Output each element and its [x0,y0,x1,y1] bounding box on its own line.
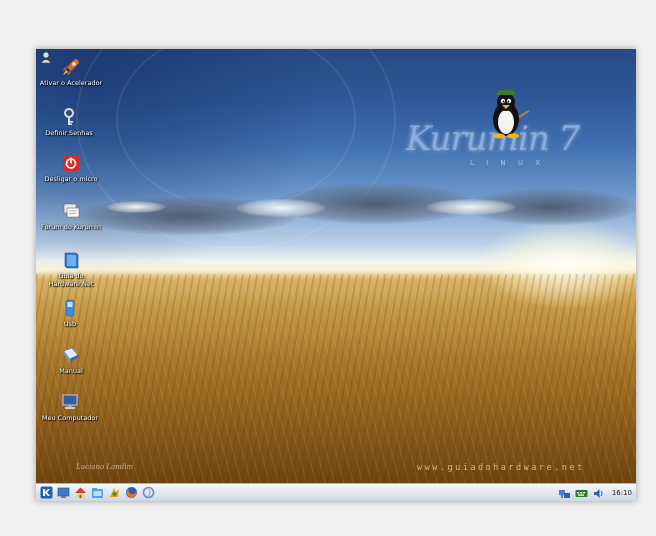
tray-keyboard-layout-button[interactable] [575,486,589,500]
desktop-icon-label: Manual [59,367,83,375]
firefox-icon [125,487,137,498]
keyboard-layout-icon [575,489,588,497]
home-icon [74,487,86,498]
wallpaper-signature: Luciano Landim [76,463,134,471]
taskbar-file-manager-button[interactable] [90,486,104,500]
wheat-field [36,274,636,483]
taskbar-clock[interactable]: 16:10 [612,489,632,497]
taskbar-firefox-button[interactable] [124,486,138,500]
taskbar-show-desktop-button[interactable] [56,486,70,500]
cloud-highlight [106,201,166,213]
power-icon [63,155,79,171]
forum-icon [63,203,80,218]
desktop-icon-label: Meu Computador [41,414,99,422]
desktop-icon-label: Definir Senhas [45,129,93,137]
tray-network-button[interactable] [558,486,572,500]
taskbar-kmenu-button[interactable] [39,486,53,500]
show-desktop-icon [57,487,69,498]
screenshot-frame: Kurumin 7 L I N U X www.guiadohardware.n… [36,49,636,501]
cloud-highlight [236,199,326,217]
taskbar-konqueror-button[interactable] [141,486,155,500]
taskbar-web-browser-button[interactable] [107,486,121,500]
desktop-icon-manual[interactable]: Manual [36,345,106,375]
taskbar: 16:10 [36,483,636,501]
konqueror-icon [142,486,154,499]
desktop-icon-accelerator[interactable]: Ativar o Acelerador [36,57,106,87]
rocket-icon [63,59,79,75]
logo-subtitle: L I N U X [470,159,546,167]
desktop-icon-forum[interactable]: Forum do Kurumin [36,201,106,231]
desktop[interactable]: Kurumin 7 L I N U X www.guiadohardware.n… [36,49,636,483]
kmenu-icon [40,486,52,499]
key-icon [64,108,74,125]
desktop-icon-label: Desligar o micro [44,175,98,183]
usb-drive-icon [65,299,75,317]
network-icon [559,489,571,498]
desktop-icon-label: Ativar o Acelerador [39,79,103,87]
volume-icon [594,488,603,498]
tray-volume-button[interactable] [592,486,606,500]
tux-penguin-icon [493,90,530,139]
desktop-icon-my-computer[interactable]: Meu Computador [36,392,105,422]
desktop-icon-shutdown[interactable]: Desligar o micro [36,153,106,183]
desktop-icon-label: Forum do Kurumin [41,223,101,231]
wallpaper-watermark: www.guiadohardware.net [417,463,585,473]
taskbar-home-button[interactable] [73,486,87,500]
desktop-icon-usb[interactable]: Usb [36,298,105,328]
manual-icon [63,347,79,362]
desktop-icon-passwords[interactable]: Definir Senhas [36,107,104,137]
system-tray: 16:10 [555,486,632,500]
book-icon [64,252,79,269]
web-browser-icon [109,488,119,497]
cloud-highlight [426,199,516,215]
file-manager-icon [91,488,103,498]
desktop-icon-guia-hardware[interactable]: Guia do Hardware.Net [36,250,106,288]
desktop-icon-label: Usb [63,320,77,328]
desktop-icon-label: Guia do Hardware.Net [48,272,94,288]
computer-icon [62,394,78,409]
wallpaper-logo: Kurumin 7 L I N U X [406,89,606,169]
